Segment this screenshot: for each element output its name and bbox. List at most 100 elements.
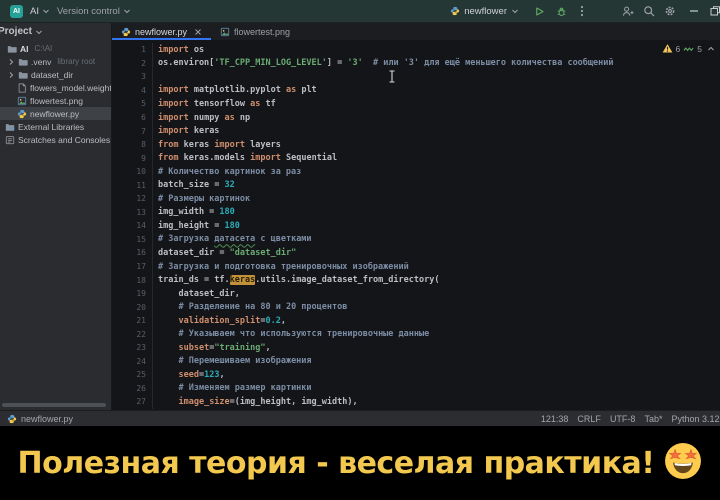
line-number[interactable]: 13 — [112, 208, 146, 217]
code-line-5[interactable]: 5import tensorflow as tf — [112, 97, 720, 111]
tree-item-dataset_dir[interactable]: dataset_dir — [0, 68, 111, 81]
code-line-4[interactable]: 4 import matplotlib.pyplot as plt — [112, 84, 720, 98]
line-number[interactable]: 10 — [112, 167, 146, 176]
ai-menu[interactable]: AI — [30, 6, 50, 17]
line-number[interactable]: 20 — [112, 303, 146, 312]
line-number[interactable]: 17 — [112, 262, 146, 271]
code-line-2[interactable]: 2os.environ['TF_CPP_MIN_LOG_LEVEL'] = '3… — [112, 57, 720, 71]
debug-button[interactable] — [553, 3, 569, 19]
status-interpreter[interactable]: Python 3.12 ( — [671, 414, 720, 424]
code-line-10[interactable]: 10# Количество картинок за раз — [112, 165, 720, 179]
code-token: img_height = — [158, 221, 225, 231]
inspections-widget[interactable]: 6 5 — [662, 43, 715, 54]
tree-item-scratches-and-consoles[interactable]: Scratches and Consoles — [0, 133, 111, 146]
line-number[interactable]: 24 — [112, 357, 146, 366]
code-token: from — [158, 140, 178, 150]
close-tab-icon[interactable] — [194, 28, 202, 36]
run-configuration-selector[interactable]: newflower — [450, 6, 519, 17]
status-encoding[interactable]: UTF-8 — [610, 414, 636, 424]
code-line-12[interactable]: 12# Размеры картинок — [112, 192, 720, 206]
code-line-8[interactable]: 8from keras import layers — [112, 138, 720, 152]
code-token: keras — [189, 126, 220, 136]
line-number[interactable]: 21 — [112, 316, 146, 325]
code-text: import matplotlib.pyplot as plt — [152, 84, 720, 98]
minimize-window-button[interactable] — [686, 3, 702, 19]
code-line-24[interactable]: 24 # Перемешиваем изображения — [112, 355, 720, 369]
version-control-menu[interactable]: Version control — [57, 6, 131, 17]
project-panel-header[interactable]: Project — [0, 23, 111, 40]
line-number[interactable]: 16 — [112, 248, 146, 257]
code-line-21[interactable]: 21 validation_split=0.2, — [112, 314, 720, 328]
status-indent-style[interactable]: Tab* — [644, 414, 662, 424]
line-number[interactable]: 6 — [112, 113, 146, 122]
chevron-right-icon[interactable] — [7, 71, 15, 79]
line-number[interactable]: 12 — [112, 194, 146, 203]
line-number[interactable]: 18 — [112, 276, 146, 285]
editor-tab-flowertest.png[interactable]: flowertest.png — [211, 23, 299, 40]
code-token: import — [158, 126, 189, 136]
line-number[interactable]: 1 — [112, 45, 146, 54]
line-number[interactable]: 23 — [112, 343, 146, 352]
tree-item-flowertest.png[interactable]: flowertest.png — [0, 94, 111, 107]
line-number[interactable]: 8 — [112, 140, 146, 149]
code-token — [158, 343, 178, 353]
code-line-6[interactable]: 6import numpy as np — [112, 111, 720, 125]
line-number[interactable]: 11 — [112, 181, 146, 190]
code-line-27[interactable]: 27 image_size=(img_height, img_width), — [112, 395, 720, 409]
line-number[interactable]: 25 — [112, 370, 146, 379]
tree-item-ai[interactable]: AIC:\AI — [0, 42, 111, 55]
line-number[interactable]: 2 — [112, 59, 146, 68]
status-caret-position[interactable]: 121:38 — [541, 414, 569, 424]
tree-item-.venv[interactable]: .venvlibrary root — [0, 55, 111, 68]
line-number[interactable]: 26 — [112, 384, 146, 393]
code-line-7[interactable]: 7 import keras — [112, 124, 720, 138]
code-line-17[interactable]: 17# Загрузка и подготовка тренировочных … — [112, 260, 720, 274]
code-line-11[interactable]: 11batch_size = 32 — [112, 178, 720, 192]
project-panel-scrollbar[interactable] — [2, 403, 106, 407]
tree-item-newflower.py[interactable]: newflower.py — [0, 107, 111, 120]
restore-window-button[interactable] — [707, 3, 720, 19]
code-token: import — [158, 85, 189, 95]
editor-tab-newflower.py[interactable]: newflower.py — [112, 23, 211, 40]
code-line-14[interactable]: 14img_height = 180 — [112, 219, 720, 233]
more-actions-button[interactable] — [574, 3, 590, 19]
line-number[interactable]: 5 — [112, 99, 146, 108]
chevron-right-icon[interactable] — [7, 58, 15, 66]
code-line-3[interactable]: 3 — [112, 70, 720, 84]
code-line-19[interactable]: 19 dataset_dir, — [112, 287, 720, 301]
code-line-1[interactable]: 1import os — [112, 43, 720, 57]
line-number[interactable]: 14 — [112, 221, 146, 230]
python-icon — [121, 27, 131, 37]
line-number[interactable]: 9 — [112, 154, 146, 163]
code-line-23[interactable]: 23 subset="training", — [112, 341, 720, 355]
code-line-22[interactable]: 22 # Указываем что используются трениров… — [112, 327, 720, 341]
code-line-13[interactable]: 13img_width = 180 — [112, 206, 720, 220]
chevron-up-icon[interactable] — [707, 45, 715, 53]
code-line-15[interactable]: 15# Загрузка датасета с цветками — [112, 233, 720, 247]
run-button[interactable] — [531, 3, 547, 19]
line-number[interactable]: 15 — [112, 235, 146, 244]
code-line-20[interactable]: 20 # Разделение на 80 и 20 процентов — [112, 300, 720, 314]
ai-logo-icon[interactable]: AI — [10, 5, 23, 18]
settings-button[interactable] — [662, 3, 678, 19]
code-editor[interactable]: 1import os2os.environ['TF_CPP_MIN_LOG_LE… — [112, 40, 720, 410]
line-number[interactable]: 7 — [112, 127, 146, 136]
code-line-18[interactable]: 18train_ds = tf.keras.utils.image_datase… — [112, 273, 720, 287]
line-number[interactable]: 19 — [112, 289, 146, 298]
line-number[interactable]: 3 — [112, 72, 146, 81]
status-line-separator[interactable]: CRLF — [577, 414, 601, 424]
tree-item-external-libraries[interactable]: External Libraries — [0, 120, 111, 133]
code-line-26[interactable]: 26 # Изменяем размер картинки — [112, 382, 720, 396]
code-token: ] = — [327, 58, 347, 68]
code-token: import — [250, 153, 281, 163]
line-number[interactable]: 22 — [112, 330, 146, 339]
tree-item-flowers_model.weights.h5[interactable]: flowers_model.weights.h5 — [0, 81, 111, 94]
code-line-9[interactable]: 9from keras.models import Sequential — [112, 151, 720, 165]
code-with-me-button[interactable] — [620, 3, 636, 19]
line-number[interactable]: 4 — [112, 86, 146, 95]
status-file[interactable]: newflower.py — [0, 414, 73, 424]
code-line-25[interactable]: 25 seed=123, — [112, 368, 720, 382]
search-everywhere-button[interactable] — [641, 3, 657, 19]
line-number[interactable]: 27 — [112, 397, 146, 406]
code-line-16[interactable]: 16dataset_dir = "dataset_dir" — [112, 246, 720, 260]
